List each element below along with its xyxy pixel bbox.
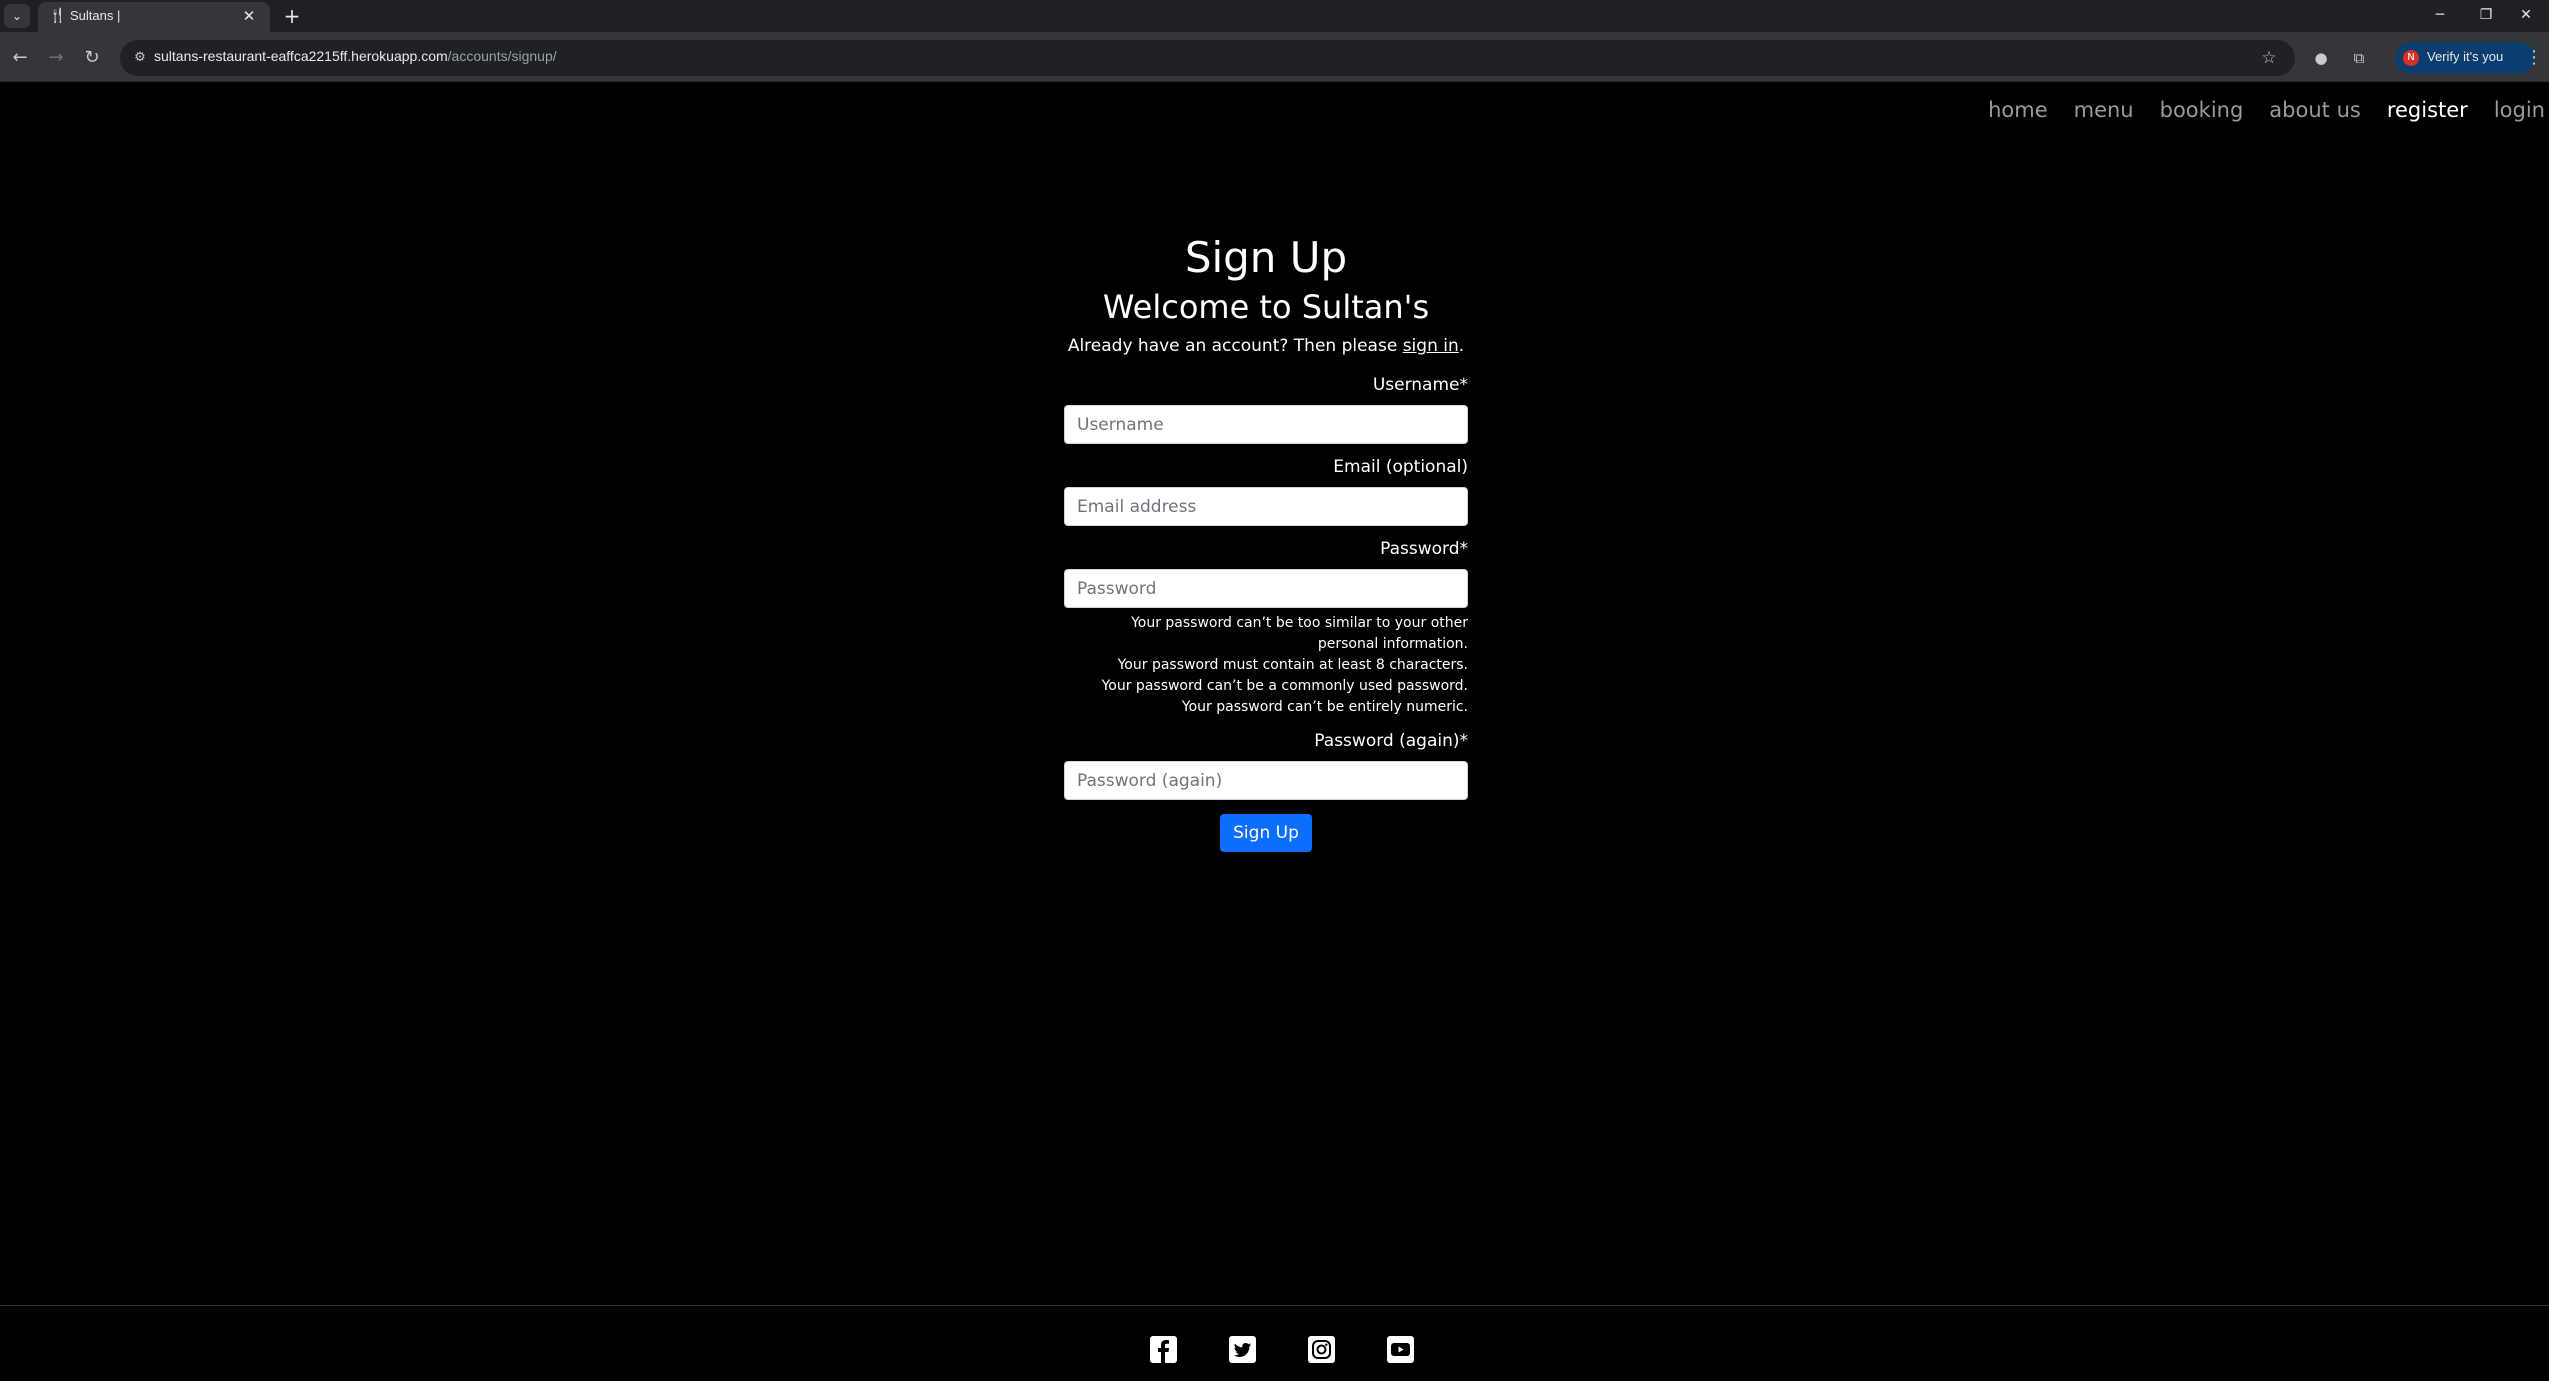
password-input[interactable]: [1064, 569, 1468, 608]
instagram-icon[interactable]: [1308, 1336, 1335, 1363]
nav-home[interactable]: home: [1988, 96, 2048, 136]
page-content: home menu booking about us register logi…: [0, 82, 2549, 1381]
submit-row: Sign Up: [1064, 814, 1468, 852]
social-links: [1150, 1336, 1414, 1363]
minimize-button[interactable]: ─: [2417, 0, 2463, 30]
password-again-label: Password (again)*: [1314, 731, 1468, 751]
url-text[interactable]: sultans-restaurant-eaffca2215ff.herokuap…: [154, 48, 557, 64]
password-again-input[interactable]: [1064, 761, 1468, 800]
tab-search-chevron-icon[interactable]: ⌄: [4, 4, 30, 28]
sign-in-link[interactable]: sign in: [1403, 336, 1459, 356]
site-nav: home menu booking about us register logi…: [1988, 96, 2549, 136]
twitter-icon[interactable]: [1229, 1336, 1256, 1363]
nav-login[interactable]: login: [2494, 96, 2545, 136]
avatar: N: [2403, 50, 2419, 66]
password-help-item: Your password can’t be entirely numeric.: [1181, 699, 1468, 715]
new-tab-button[interactable]: +: [280, 4, 304, 28]
browser-tab[interactable]: 🍴 Sultans | ✕: [38, 2, 270, 32]
nav-about-us[interactable]: about us: [2269, 96, 2361, 136]
password-help-item: Your password can’t be a commonly used p…: [1101, 678, 1468, 694]
nav-register[interactable]: register: [2387, 96, 2468, 136]
site-info-icon[interactable]: ⚙: [130, 48, 150, 68]
extensions-puzzle-icon[interactable]: ⧉: [2345, 44, 2373, 72]
bookmark-star-icon[interactable]: ☆: [2257, 46, 2281, 70]
sign-up-button[interactable]: Sign Up: [1220, 814, 1312, 852]
browser-toolbar: ← → ↻ ⚙ sultans-restaurant-eaffca2215ff.…: [0, 32, 2549, 82]
username-label: Username*: [1372, 375, 1468, 395]
address-bar[interactable]: ⚙ sultans-restaurant-eaffca2215ff.heroku…: [120, 40, 2295, 76]
window-close-button[interactable]: ✕: [2503, 0, 2549, 30]
forward-arrow-icon[interactable]: →: [42, 44, 70, 72]
facebook-icon[interactable]: [1150, 1336, 1177, 1363]
email-input[interactable]: [1064, 487, 1468, 526]
verify-profile-button[interactable]: N Verify it's you: [2395, 42, 2535, 74]
back-arrow-icon[interactable]: ←: [6, 44, 34, 72]
browser-tab-bar: ⌄ 🍴 Sultans | ✕ + ─ ❐ ✕: [0, 0, 2549, 32]
tab-close-icon[interactable]: ✕: [240, 7, 258, 25]
browser-menu-icon[interactable]: ⋮: [2522, 44, 2546, 72]
nav-booking[interactable]: booking: [2160, 96, 2244, 136]
password-label: Password*: [1380, 539, 1468, 559]
fork-knife-icon: 🍴: [49, 8, 67, 24]
youtube-icon[interactable]: [1387, 1336, 1414, 1363]
extension-pill-icon[interactable]: ●: [2307, 44, 2335, 72]
nav-menu[interactable]: menu: [2074, 96, 2134, 136]
verify-label: Verify it's you: [2427, 49, 2504, 64]
password-help-item: Your password must contain at least 8 ch…: [1117, 657, 1468, 673]
email-label: Email (optional): [1333, 457, 1468, 477]
signup-form: Sign Up Welcome to Sultan's Already have…: [1064, 232, 1468, 852]
page-title: Sign Up: [1184, 233, 1348, 282]
username-input[interactable]: [1064, 405, 1468, 444]
signin-prompt: Already have an account? Then please sig…: [1067, 336, 1465, 356]
welcome-heading: Welcome to Sultan's: [1102, 288, 1430, 326]
password-help-list: Your password can’t be too similar to yo…: [1004, 613, 1468, 718]
reload-icon[interactable]: ↻: [78, 44, 106, 72]
tab-title: Sultans |: [70, 8, 121, 23]
password-help-item: Your password can’t be too similar to yo…: [1131, 615, 1468, 652]
footer: [0, 1305, 2549, 1381]
